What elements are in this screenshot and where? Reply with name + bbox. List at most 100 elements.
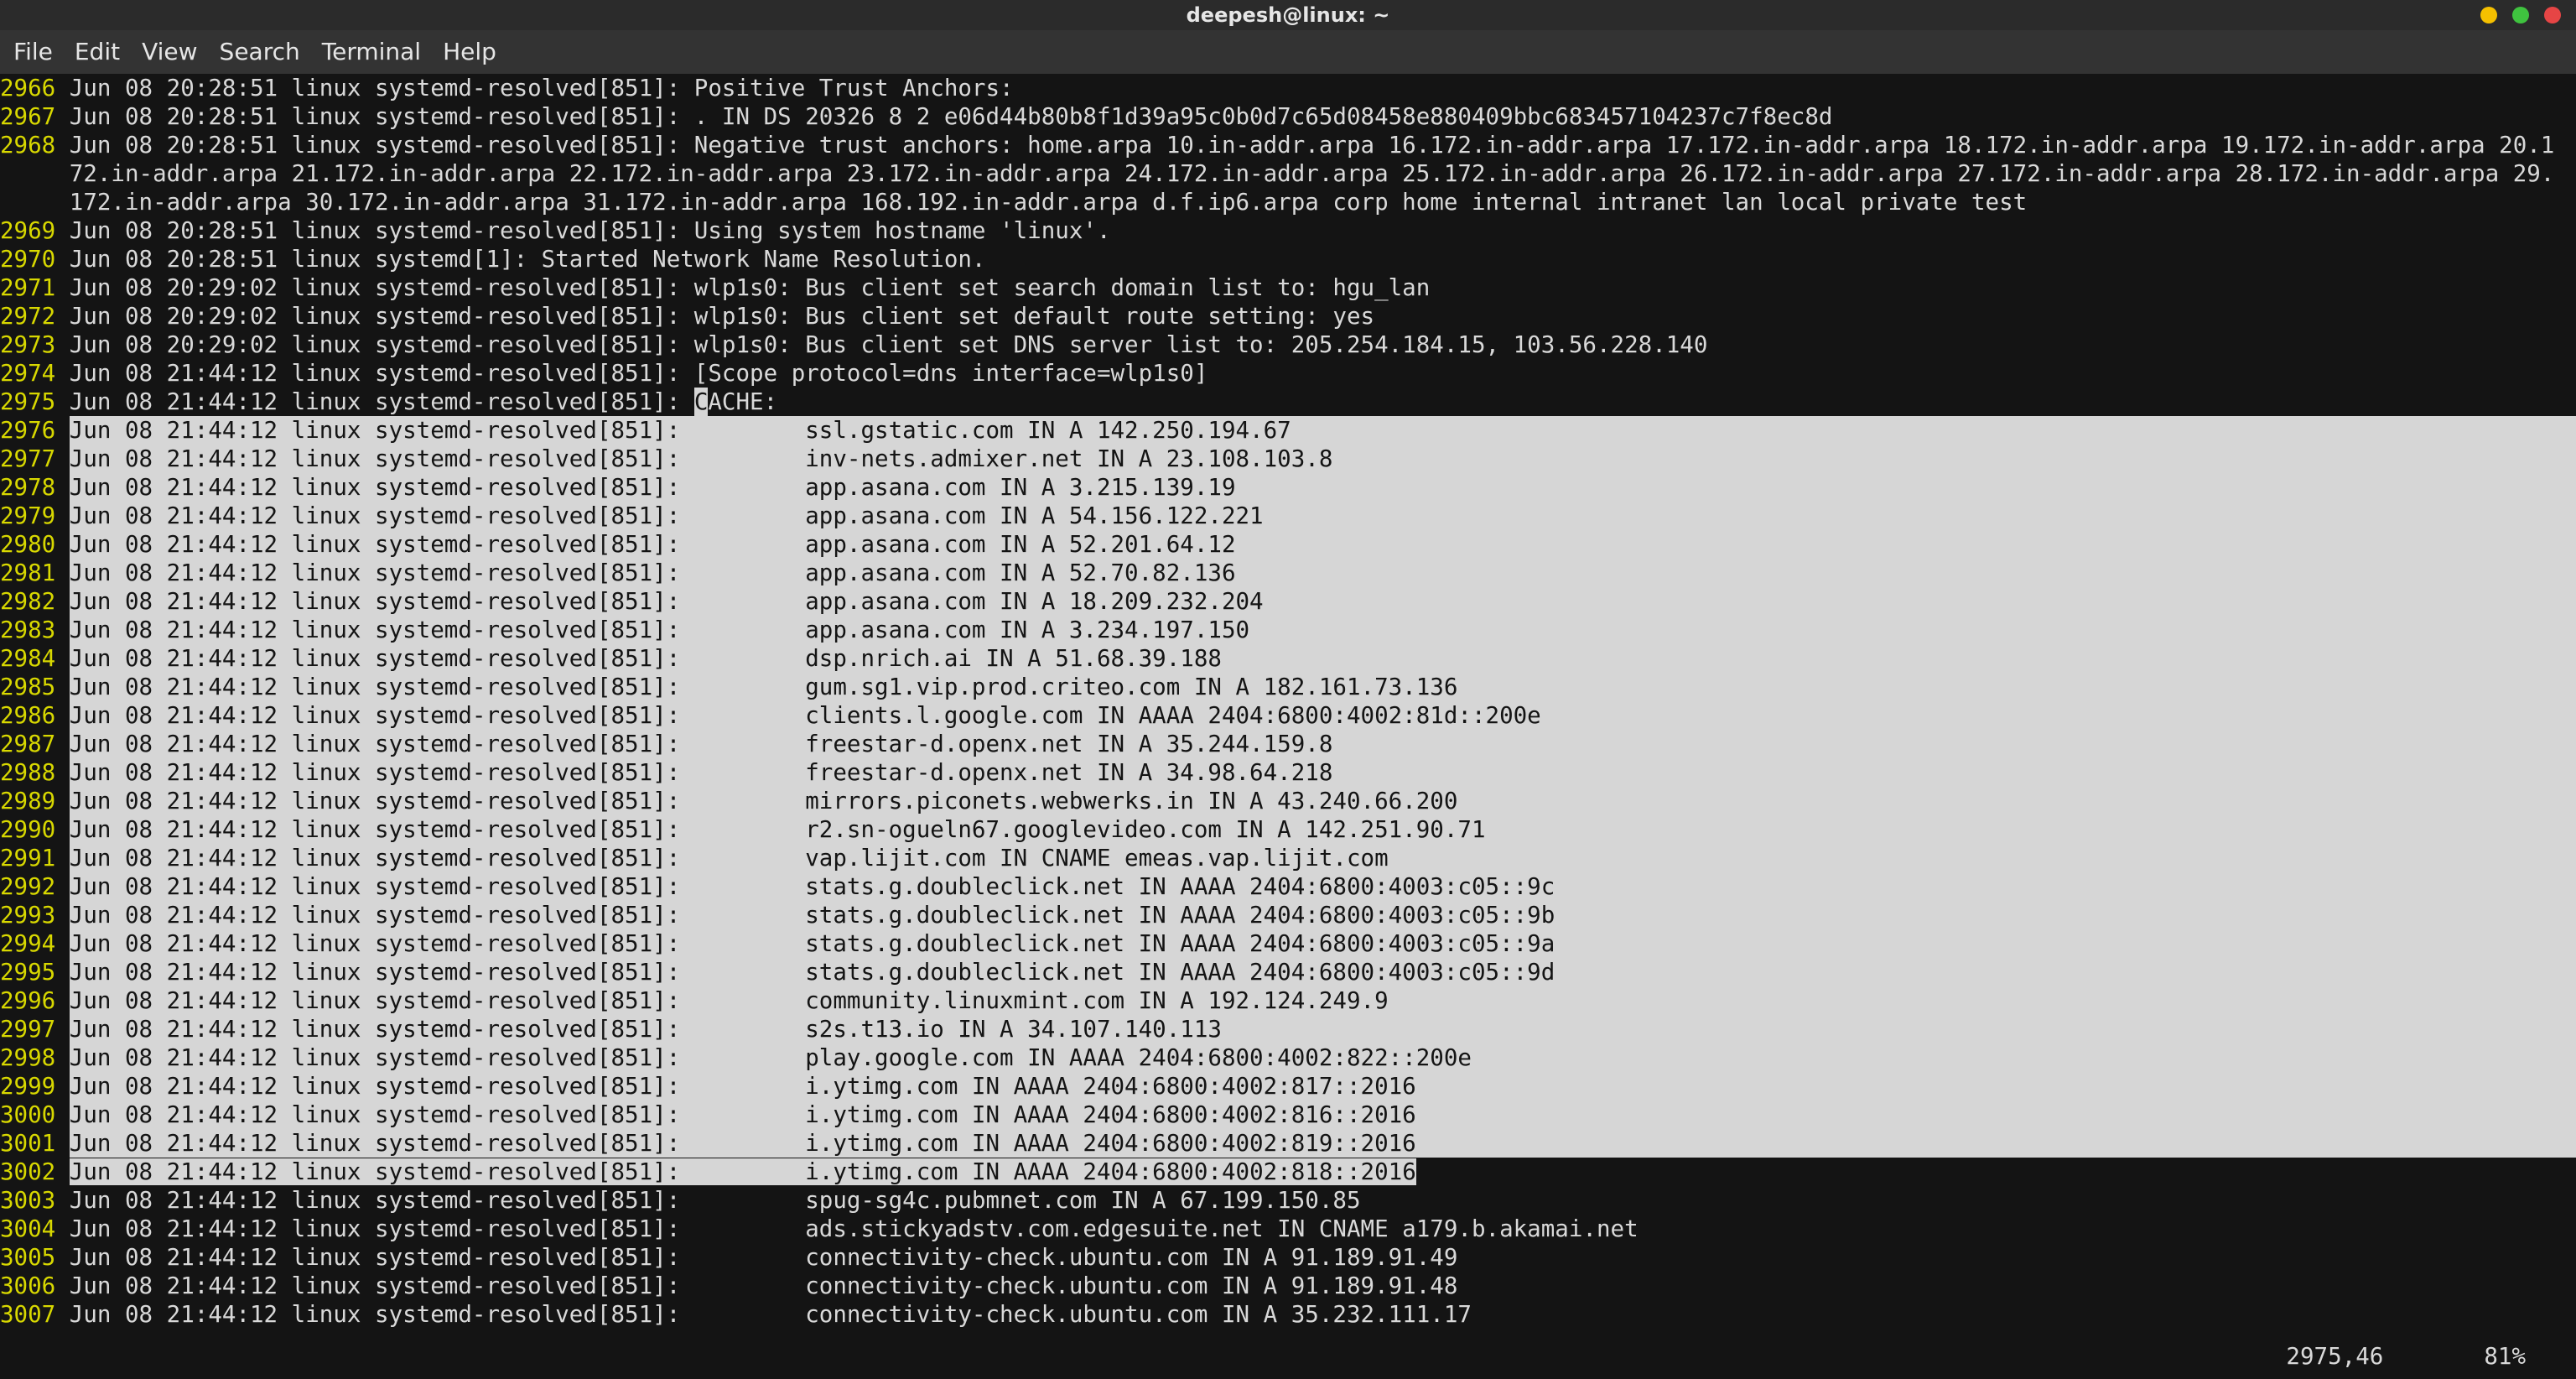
log-text: Jun 08 21:44:12 linux systemd-resolved[8… (70, 502, 2576, 530)
line-number: 2982 (0, 587, 55, 616)
line-number: 2971 (0, 273, 55, 302)
log-line-selected: 2992 Jun 08 21:44:12 linux systemd-resol… (0, 872, 2576, 901)
menu-file[interactable]: File (13, 38, 53, 66)
log-text: Jun 08 21:44:12 linux systemd-resolved[8… (70, 1272, 2576, 1300)
line-number: 2967 (0, 102, 55, 131)
menu-terminal[interactable]: Terminal (322, 38, 421, 66)
log-text: Jun 08 21:44:12 linux systemd-resolved[8… (70, 445, 2576, 473)
log-text: Jun 08 21:44:12 linux systemd-resolved[8… (70, 1129, 2576, 1158)
line-number: 2973 (0, 330, 55, 359)
line-number: 3001 (0, 1129, 55, 1158)
line-number: 2998 (0, 1043, 55, 1072)
log-line-selected: 2989 Jun 08 21:44:12 linux systemd-resol… (0, 787, 2576, 815)
line-number: 2976 (0, 416, 55, 445)
log-line-selected: 2988 Jun 08 21:44:12 linux systemd-resol… (0, 758, 2576, 787)
log-text: Jun 08 20:29:02 linux systemd-resolved[8… (70, 330, 2576, 359)
menu-help[interactable]: Help (443, 38, 496, 66)
log-line-selected: 2993 Jun 08 21:44:12 linux systemd-resol… (0, 901, 2576, 929)
log-line-selected: 2976 Jun 08 21:44:12 linux systemd-resol… (0, 416, 2576, 445)
log-line: 2967 Jun 08 20:28:51 linux systemd-resol… (0, 102, 2576, 131)
menu-view[interactable]: View (142, 38, 197, 66)
menu-search[interactable]: Search (220, 38, 300, 66)
line-number: 2993 (0, 901, 55, 929)
line-number: 3004 (0, 1215, 55, 1243)
line-number: 2990 (0, 815, 55, 844)
line-number: 2969 (0, 216, 55, 245)
log-line: 3005 Jun 08 21:44:12 linux systemd-resol… (0, 1243, 2576, 1272)
log-line-selected: 2996 Jun 08 21:44:12 linux systemd-resol… (0, 986, 2576, 1015)
log-text: Jun 08 21:44:12 linux systemd-resolved[8… (70, 929, 2576, 958)
vim-cursor: C (694, 388, 709, 416)
vim-statusbar: 2975,46 81% (0, 1342, 2576, 1371)
log-text: Jun 08 21:44:12 linux systemd-resolved[8… (70, 1300, 2576, 1329)
log-line: 2974 Jun 08 21:44:12 linux systemd-resol… (0, 359, 2576, 388)
log-line-selected: 2982 Jun 08 21:44:12 linux systemd-resol… (0, 587, 2576, 616)
log-line: 2973 Jun 08 20:29:02 linux systemd-resol… (0, 330, 2576, 359)
line-number: 2989 (0, 787, 55, 815)
minimize-icon[interactable] (2480, 7, 2497, 23)
window-title: deepesh@linux: ~ (1187, 1, 1390, 29)
log-text: Jun 08 21:44:12 linux systemd-resolved[8… (70, 416, 2576, 445)
line-number: 2997 (0, 1015, 55, 1043)
cursor-position: 2975,46 (2286, 1342, 2383, 1371)
log-text: Jun 08 21:44:12 linux systemd-resolved[8… (70, 473, 2576, 502)
menu-edit[interactable]: Edit (75, 38, 120, 66)
log-line: 2970 Jun 08 20:28:51 linux systemd[1]: S… (0, 245, 2576, 273)
log-line-selected: 2977 Jun 08 21:44:12 linux systemd-resol… (0, 445, 2576, 473)
scroll-percent: 81% (2484, 1342, 2526, 1371)
log-text: Jun 08 21:44:12 linux systemd-resolved[8… (70, 815, 2576, 844)
log-line-selected: 2980 Jun 08 21:44:12 linux systemd-resol… (0, 530, 2576, 559)
log-text: Jun 08 21:44:12 linux systemd-resolved[8… (70, 986, 2576, 1015)
log-text: Jun 08 21:44:12 linux systemd-resolved[8… (70, 1015, 2576, 1043)
close-icon[interactable] (2544, 7, 2561, 23)
log-line-selected: 2983 Jun 08 21:44:12 linux systemd-resol… (0, 616, 2576, 644)
line-number: 2999 (0, 1072, 55, 1101)
log-text: Jun 08 21:44:12 linux systemd-resolved[8… (70, 701, 2576, 730)
line-number: 2983 (0, 616, 55, 644)
log-text: Jun 08 21:44:12 linux systemd-resolved[8… (70, 1043, 2576, 1072)
log-line: 3004 Jun 08 21:44:12 linux systemd-resol… (0, 1215, 2576, 1243)
log-text: Jun 08 20:28:51 linux systemd-resolved[8… (70, 216, 2576, 245)
log-line-selected: 2984 Jun 08 21:44:12 linux systemd-resol… (0, 644, 2576, 673)
log-text: Jun 08 21:44:12 linux systemd-resolved[8… (70, 644, 2576, 673)
line-number: 3002 (0, 1158, 55, 1186)
line-number: 2986 (0, 701, 55, 730)
log-line-selected: 2995 Jun 08 21:44:12 linux systemd-resol… (0, 958, 2576, 986)
line-number: 2980 (0, 530, 55, 559)
log-text: Jun 08 21:44:12 linux systemd-resolved[8… (70, 616, 2576, 644)
log-text: Jun 08 21:44:12 linux systemd-resolved[8… (70, 787, 2576, 815)
window-controls (2480, 7, 2561, 23)
log-text: Jun 08 21:44:12 linux systemd-resolved[8… (70, 958, 2576, 986)
line-number: 2966 (0, 74, 55, 102)
log-text: Jun 08 21:44:12 linux systemd-resolved[8… (70, 1072, 2576, 1101)
log-line-selected: 2994 Jun 08 21:44:12 linux systemd-resol… (0, 929, 2576, 958)
log-line: 2969 Jun 08 20:28:51 linux systemd-resol… (0, 216, 2576, 245)
log-text: Jun 08 21:44:12 linux systemd-resolved[8… (70, 530, 2576, 559)
maximize-icon[interactable] (2512, 7, 2529, 23)
log-text: Jun 08 20:28:51 linux systemd-resolved[8… (70, 131, 2576, 216)
log-line: 2968 Jun 08 20:28:51 linux systemd-resol… (0, 131, 2576, 216)
log-line: 2972 Jun 08 20:29:02 linux systemd-resol… (0, 302, 2576, 330)
line-number: 3003 (0, 1186, 55, 1215)
line-number: 2991 (0, 844, 55, 872)
terminal-output[interactable]: 2966 Jun 08 20:28:51 linux systemd-resol… (0, 74, 2576, 1329)
line-number: 2975 (0, 388, 55, 416)
log-line-selected: 2999 Jun 08 21:44:12 linux systemd-resol… (0, 1072, 2576, 1101)
log-line-selected: 3002 Jun 08 21:44:12 linux systemd-resol… (0, 1158, 2576, 1186)
log-line-selected: 3000 Jun 08 21:44:12 linux systemd-resol… (0, 1101, 2576, 1129)
log-text: Jun 08 21:44:12 linux systemd-resolved[8… (70, 901, 2576, 929)
log-text: Jun 08 20:28:51 linux systemd[1]: Starte… (70, 245, 2576, 273)
line-number: 2992 (0, 872, 55, 901)
log-line-selected: 2978 Jun 08 21:44:12 linux systemd-resol… (0, 473, 2576, 502)
line-number: 2981 (0, 559, 55, 587)
log-line-selected: 2985 Jun 08 21:44:12 linux systemd-resol… (0, 673, 2576, 701)
menubar: File Edit View Search Terminal Help (0, 30, 2576, 74)
log-text: Jun 08 21:44:12 linux systemd-resolved[8… (70, 359, 2576, 388)
log-line: 3003 Jun 08 21:44:12 linux systemd-resol… (0, 1186, 2576, 1215)
line-number: 3006 (0, 1272, 55, 1300)
log-text: Jun 08 21:44:12 linux systemd-resolved[8… (70, 1243, 2576, 1272)
log-text: Jun 08 21:44:12 linux systemd-resolved[8… (70, 587, 2576, 616)
log-text: Jun 08 21:44:12 linux systemd-resolved[8… (70, 559, 2576, 587)
line-number: 2970 (0, 245, 55, 273)
line-number: 2979 (0, 502, 55, 530)
